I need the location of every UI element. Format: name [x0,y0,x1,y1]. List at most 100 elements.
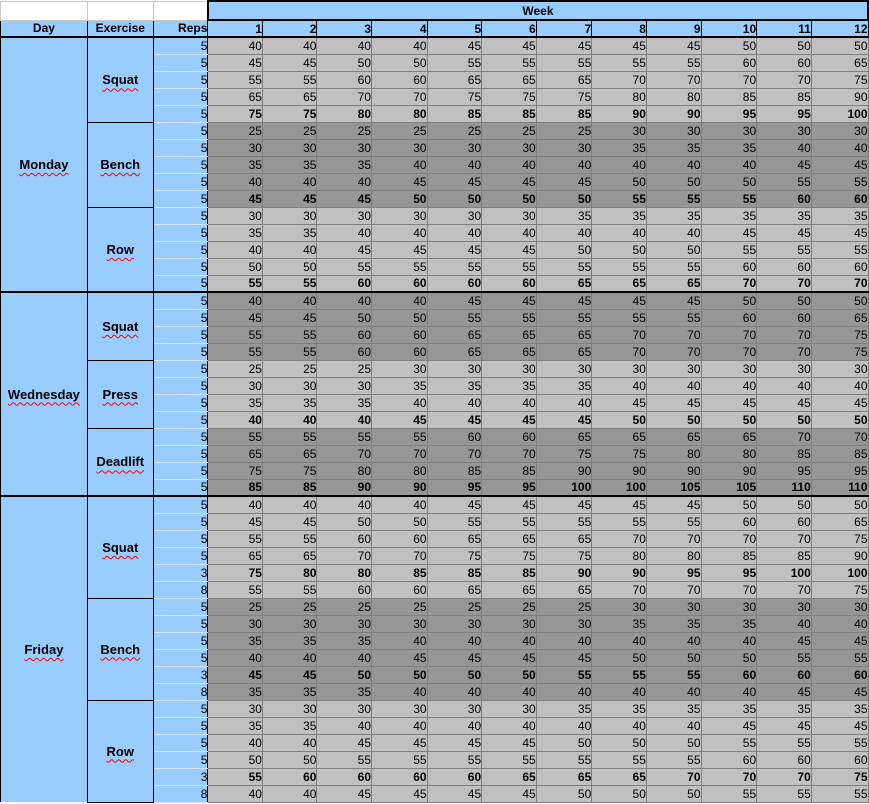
weight-cell[interactable]: 55 [316,257,373,276]
weight-cell[interactable]: 70 [645,767,702,786]
weight-cell[interactable]: 50 [591,172,647,191]
weight-cell[interactable]: 40 [316,291,373,310]
weight-cell[interactable]: 35 [261,682,318,701]
weight-cell[interactable]: 45 [591,393,647,412]
weight-cell[interactable]: 45 [207,53,263,72]
weight-cell[interactable]: 40 [316,172,373,191]
weight-cell[interactable]: 30 [591,359,647,378]
weight-cell[interactable]: 65 [535,342,593,361]
empty-cell[interactable] [152,0,209,21]
weight-cell[interactable]: 40 [481,716,537,735]
weight-cell[interactable]: 70 [700,274,758,293]
weight-cell[interactable]: 30 [645,597,702,616]
weight-cell[interactable]: 35 [371,376,428,395]
weight-cell[interactable]: 70 [756,767,812,786]
weight-cell[interactable]: 60 [371,767,428,786]
weight-cell[interactable]: 70 [591,580,647,599]
weight-cell[interactable]: 40 [207,648,263,667]
weight-cell[interactable]: 80 [645,87,702,106]
weight-cell[interactable]: 40 [207,291,263,310]
week-number-header[interactable]: 12 [810,19,869,38]
weight-cell[interactable]: 40 [700,631,758,650]
weight-cell[interactable]: 65 [261,546,318,565]
weight-cell[interactable]: 50 [591,240,647,259]
weight-cell[interactable]: 30 [426,138,483,157]
weight-cell[interactable]: 55 [207,580,263,599]
reps-cell[interactable]: 5 [152,699,209,718]
reps-cell[interactable]: 5 [152,88,209,106]
weight-cell[interactable]: 60 [371,529,428,548]
weight-cell[interactable]: 40 [700,376,758,395]
weight-cell[interactable]: 40 [316,495,373,514]
weight-cell[interactable]: 55 [756,733,812,752]
weight-cell[interactable]: 45 [645,291,702,310]
weight-cell[interactable]: 75 [481,87,537,106]
weight-cell[interactable]: 65 [535,70,593,89]
weight-cell[interactable]: 30 [481,699,537,718]
weight-cell[interactable]: 45 [535,172,593,191]
weight-cell[interactable]: 75 [207,461,263,480]
weight-cell[interactable]: 80 [371,461,428,480]
weight-cell[interactable]: 55 [426,257,483,276]
weight-cell[interactable]: 40 [481,631,537,650]
reps-cell[interactable]: 5 [152,377,209,395]
weight-cell[interactable]: 70 [756,274,812,293]
weight-cell[interactable]: 35 [810,699,869,718]
reps-cell[interactable]: 5 [152,275,209,293]
weight-cell[interactable]: 55 [261,274,318,293]
weight-cell[interactable]: 30 [207,206,263,225]
weight-cell[interactable]: 25 [481,597,537,616]
weight-cell[interactable]: 105 [645,478,702,497]
weight-cell[interactable]: 50 [810,291,869,310]
weight-cell[interactable]: 40 [207,36,263,55]
weight-cell[interactable]: 55 [261,529,318,548]
weight-cell[interactable]: 50 [700,410,758,429]
exercise-cell[interactable]: Row [86,699,154,803]
weight-cell[interactable]: 30 [756,359,812,378]
weight-cell[interactable]: 55 [810,172,869,191]
weight-cell[interactable]: 55 [645,750,702,769]
weight-cell[interactable]: 35 [207,393,263,412]
weight-cell[interactable]: 45 [810,223,869,242]
weight-cell[interactable]: 75 [261,461,318,480]
reps-cell[interactable]: 5 [152,615,209,633]
weight-cell[interactable]: 70 [756,529,812,548]
weight-cell[interactable]: 55 [535,53,593,72]
weight-cell[interactable]: 45 [700,716,758,735]
weight-cell[interactable]: 30 [535,138,593,157]
reps-cell[interactable]: 5 [152,224,209,242]
weight-cell[interactable]: 40 [316,410,373,429]
exercise-column-header[interactable]: Exercise [86,19,154,38]
weight-cell[interactable]: 45 [481,291,537,310]
weight-cell[interactable]: 60 [261,767,318,786]
reps-cell[interactable]: 5 [152,343,209,361]
weight-cell[interactable]: 40 [371,631,428,650]
weight-cell[interactable]: 80 [645,546,702,565]
weight-cell[interactable]: 25 [371,597,428,616]
weight-cell[interactable]: 50 [645,733,702,752]
weight-cell[interactable]: 95 [700,104,758,123]
weight-cell[interactable]: 40 [371,393,428,412]
weight-cell[interactable]: 60 [316,325,373,344]
weight-cell[interactable]: 30 [481,206,537,225]
weight-cell[interactable]: 65 [261,87,318,106]
weight-cell[interactable]: 45 [371,172,428,191]
weight-cell[interactable]: 45 [316,733,373,752]
weight-cell[interactable]: 30 [371,359,428,378]
weight-cell[interactable]: 45 [535,36,593,55]
empty-cell[interactable] [86,0,154,21]
weight-cell[interactable]: 50 [316,53,373,72]
reps-cell[interactable]: 5 [152,734,209,752]
weight-cell[interactable]: 65 [535,325,593,344]
weight-cell[interactable]: 60 [756,308,812,327]
weight-cell[interactable]: 55 [591,308,647,327]
weight-cell[interactable]: 40 [591,716,647,735]
weight-cell[interactable]: 30 [810,597,869,616]
weight-cell[interactable]: 40 [756,614,812,633]
weight-cell[interactable]: 65 [207,87,263,106]
weight-cell[interactable]: 30 [371,138,428,157]
weight-cell[interactable]: 55 [535,257,593,276]
weight-cell[interactable]: 55 [645,257,702,276]
weight-cell[interactable]: 30 [645,121,702,140]
weight-cell[interactable]: 55 [700,784,758,803]
